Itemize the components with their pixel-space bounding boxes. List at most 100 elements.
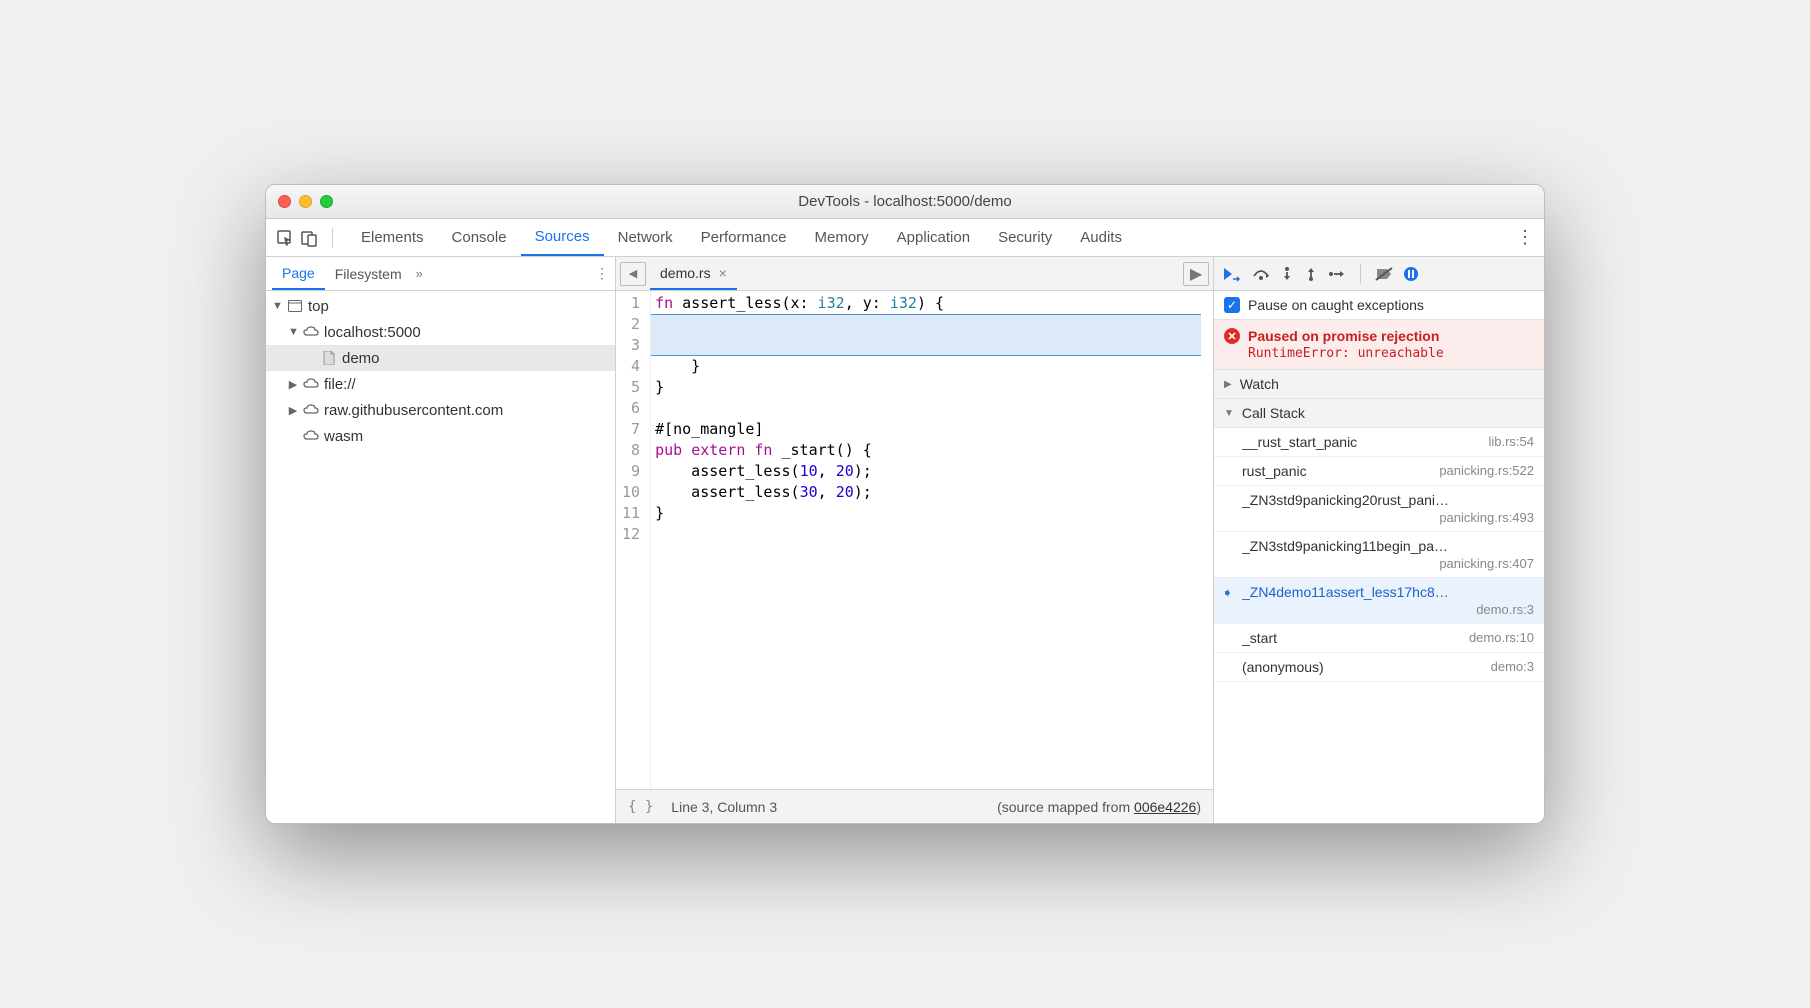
device-toggle-icon[interactable] (300, 229, 318, 247)
stack-frame[interactable]: panicking.rs:522rust_panic (1214, 457, 1544, 486)
pause-caught-checkbox[interactable]: ✓ (1224, 297, 1240, 313)
callstack-header[interactable]: ▼ Call Stack (1214, 399, 1544, 427)
callstack-list: lib.rs:54__rust_start_panicpanicking.rs:… (1214, 428, 1544, 823)
stack-frame[interactable]: lib.rs:54__rust_start_panic (1214, 428, 1544, 457)
callstack-label: Call Stack (1242, 405, 1305, 421)
nav-forward-icon[interactable]: ▶ (1183, 262, 1209, 286)
paused-banner: ✕ Paused on promise rejection RuntimeErr… (1214, 320, 1544, 370)
pretty-print-icon[interactable]: { } (628, 799, 653, 815)
error-icon: ✕ (1224, 328, 1240, 344)
frame-location: panicking.rs:493 (1242, 510, 1534, 525)
code-area[interactable]: fn assert_less(x: i32, y: i32) { if x >=… (651, 291, 1213, 789)
frame-name: (anonymous) (1242, 659, 1491, 675)
file-tree: ▼ top ▼ localhost:5000 demo ▶ file:// (266, 291, 615, 823)
code-line[interactable]: } (651, 356, 1213, 377)
paused-title: Paused on promise rejection (1248, 328, 1439, 344)
cloud-icon (302, 401, 320, 419)
cloud-icon (302, 323, 320, 341)
frame-name: rust_panic (1242, 463, 1439, 479)
editor-panel: ◀ demo.rs × ▶ 123456789101112 fn assert_… (616, 257, 1214, 823)
stack-frame[interactable]: _ZN4demo11assert_less17hc8…demo.rs:3 (1214, 578, 1544, 624)
editor-statusbar: { } Line 3, Column 3 (source mapped from… (616, 789, 1213, 823)
code-line[interactable]: } (651, 377, 1213, 398)
tab-filesystem[interactable]: Filesystem (325, 257, 412, 290)
toolbar-more-icon[interactable]: ⋮ (1516, 227, 1534, 248)
tree-file-label: file:// (324, 376, 356, 393)
tree-wasm-label: wasm (324, 428, 363, 445)
watch-header[interactable]: ▶ Watch (1214, 370, 1544, 398)
step-into-icon[interactable] (1280, 266, 1294, 282)
watch-label: Watch (1240, 376, 1279, 392)
tab-console[interactable]: Console (438, 219, 521, 256)
editor-tabs: ◀ demo.rs × ▶ (616, 257, 1213, 291)
close-tab-icon[interactable]: × (719, 265, 727, 281)
step-icon[interactable] (1328, 266, 1346, 282)
stack-frame[interactable]: demo:3(anonymous) (1214, 653, 1544, 682)
window-icon (286, 297, 304, 315)
code-editor[interactable]: 123456789101112 fn assert_less(x: i32, y… (616, 291, 1213, 789)
code-line[interactable]: assert_less(10, 20); (651, 461, 1213, 482)
stack-frame[interactable]: _ZN3std9panicking11begin_pa… panicking.rs… (1214, 532, 1544, 578)
nav-back-icon[interactable]: ◀ (620, 262, 646, 286)
tree-host[interactable]: ▼ localhost:5000 (266, 319, 615, 345)
file-tab-demo[interactable]: demo.rs × (650, 257, 737, 290)
pause-caught-label: Pause on caught exceptions (1248, 297, 1424, 313)
frame-name: __rust_start_panic (1242, 434, 1488, 450)
frame-location: demo.rs:3 (1242, 602, 1534, 617)
tab-performance[interactable]: Performance (687, 219, 801, 256)
frame-location: lib.rs:54 (1488, 434, 1534, 449)
deactivate-breakpoints-icon[interactable] (1375, 266, 1393, 282)
tree-top-label: top (308, 298, 329, 315)
frame-name: _ZN3std9panicking11begin_pa… (1242, 538, 1534, 554)
tab-audits[interactable]: Audits (1066, 219, 1136, 256)
tab-security[interactable]: Security (984, 219, 1066, 256)
code-line[interactable]: #[no_mangle] (651, 419, 1213, 440)
pause-on-caught-row[interactable]: ✓ Pause on caught exceptions (1214, 291, 1544, 319)
tab-page[interactable]: Page (272, 257, 325, 290)
frame-name: _start (1242, 630, 1469, 646)
code-line[interactable] (651, 398, 1213, 419)
cloud-icon (302, 375, 320, 393)
pause-exceptions-icon[interactable] (1403, 266, 1419, 282)
tree-demo-label: demo (342, 350, 380, 367)
tree-demo[interactable]: demo (266, 345, 615, 371)
navigator-tabs: Page Filesystem » ⋮ (266, 257, 615, 291)
paused-highlight (651, 314, 1201, 356)
file-icon (320, 349, 338, 367)
frame-location: demo:3 (1491, 659, 1534, 674)
code-line[interactable] (651, 524, 1213, 545)
code-line[interactable]: assert_less(30, 20); (651, 482, 1213, 503)
frame-location: panicking.rs:522 (1439, 463, 1534, 478)
inspect-icon[interactable] (276, 229, 294, 247)
stack-frame[interactable]: demo.rs:10_start (1214, 624, 1544, 653)
tree-top[interactable]: ▼ top (266, 293, 615, 319)
tab-sources[interactable]: Sources (521, 219, 604, 256)
window-title: DevTools - localhost:5000/demo (266, 193, 1544, 210)
step-over-icon[interactable] (1252, 266, 1270, 282)
frame-location: panicking.rs:407 (1242, 556, 1534, 571)
code-line[interactable]: fn assert_less(x: i32, y: i32) { (651, 293, 1213, 314)
tab-elements[interactable]: Elements (347, 219, 438, 256)
more-tabs-icon[interactable]: » (416, 266, 423, 281)
step-out-icon[interactable] (1304, 266, 1318, 282)
cursor-position: Line 3, Column 3 (671, 799, 777, 815)
navigator-menu-icon[interactable]: ⋮ (595, 265, 609, 282)
tree-raw[interactable]: ▶ raw.githubusercontent.com (266, 397, 615, 423)
tab-network[interactable]: Network (604, 219, 687, 256)
debugger-toolbar (1214, 257, 1544, 291)
tree-raw-label: raw.githubusercontent.com (324, 402, 503, 419)
frame-location: demo.rs:10 (1469, 630, 1534, 645)
resume-icon[interactable] (1222, 266, 1242, 282)
file-tab-label: demo.rs (660, 265, 711, 281)
code-line[interactable]: } (651, 503, 1213, 524)
navigator-panel: Page Filesystem » ⋮ ▼ top ▼ localhost:50… (266, 257, 616, 823)
tree-host-label: localhost:5000 (324, 324, 421, 341)
tab-memory[interactable]: Memory (801, 219, 883, 256)
tree-wasm[interactable]: ▶ wasm (266, 423, 615, 449)
code-line[interactable]: pub extern fn _start() { (651, 440, 1213, 461)
tree-file[interactable]: ▶ file:// (266, 371, 615, 397)
stack-frame[interactable]: _ZN3std9panicking20rust_pani…panicking.r… (1214, 486, 1544, 532)
tab-application[interactable]: Application (883, 219, 984, 256)
source-map-link[interactable]: 006e4226 (1134, 799, 1196, 815)
line-gutter: 123456789101112 (616, 291, 651, 789)
